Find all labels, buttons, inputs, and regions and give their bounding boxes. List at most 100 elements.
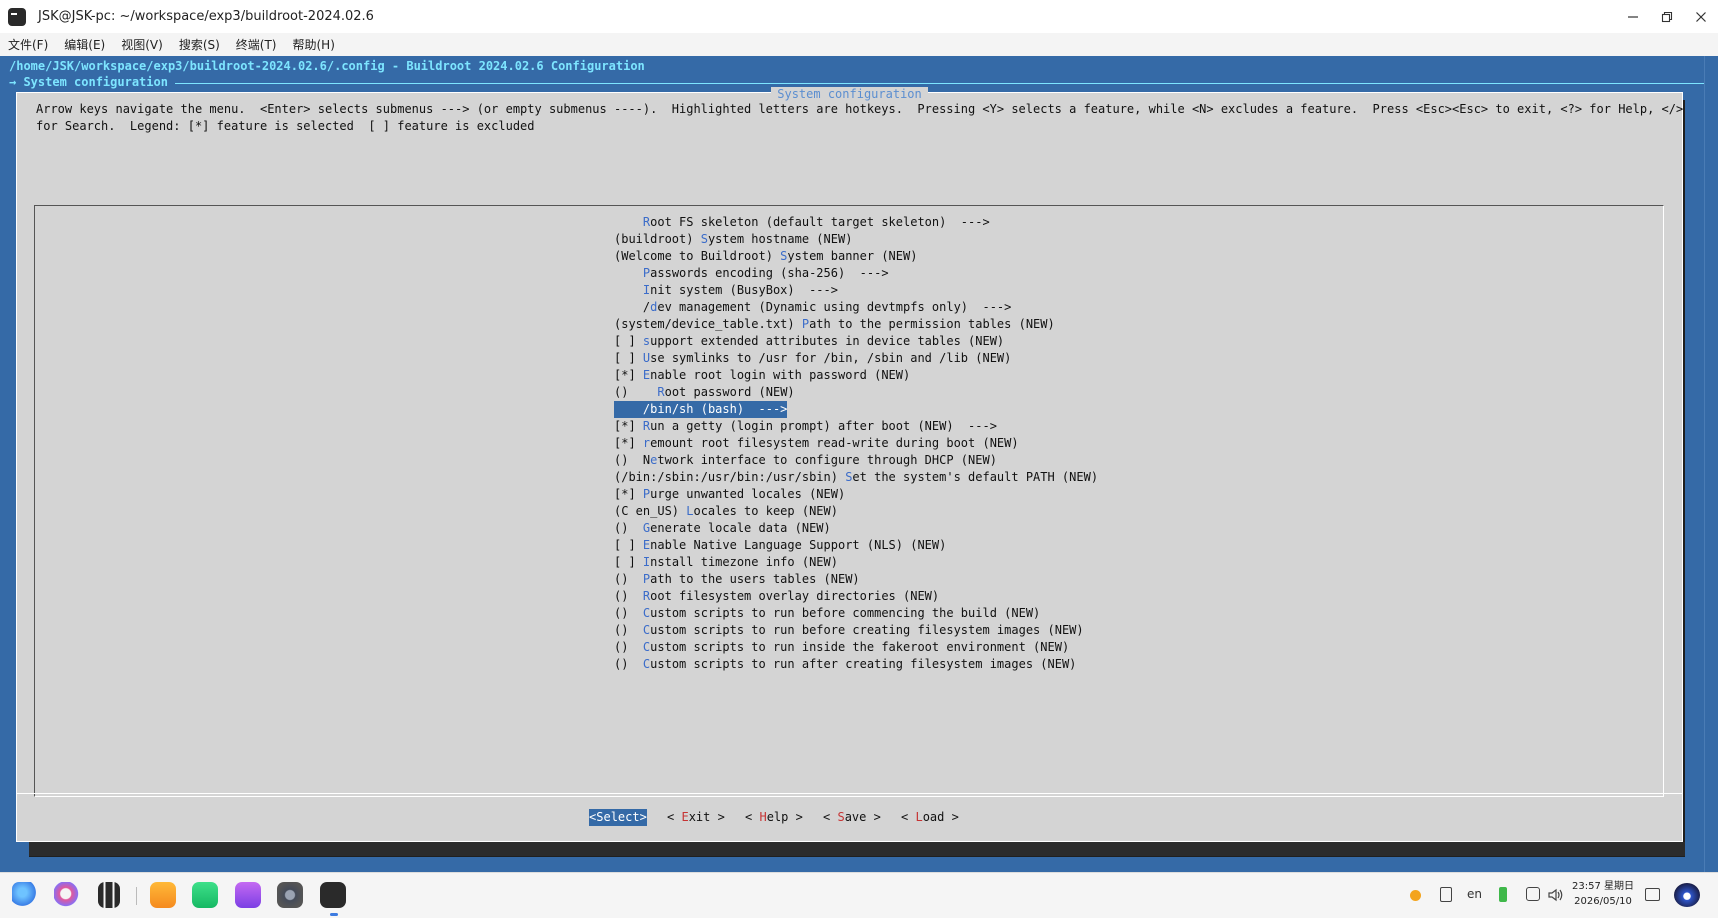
menu-entries: Root FS skeleton (default target skeleto…	[35, 206, 1663, 796]
window-controls	[1616, 0, 1718, 33]
launcher-icon[interactable]	[12, 882, 38, 908]
notification-dot-icon[interactable]	[1410, 890, 1421, 901]
downloader-icon[interactable]	[150, 882, 176, 908]
terminal-area[interactable]: /home/JSK/workspace/exp3/buildroot-2024.…	[0, 56, 1718, 872]
clock[interactable]: 23:57 星期日 2026/05/10	[1568, 879, 1638, 909]
entry-label: ustom scripts to run after creating file…	[650, 657, 1077, 671]
menu-entry[interactable]: (system/device_table.txt) Path to the pe…	[614, 316, 1055, 333]
menu-entry[interactable]: [*] Run a getty (login prompt) after boo…	[614, 418, 997, 435]
menu-help[interactable]: 帮助(H)	[293, 34, 335, 55]
active-app-indicator	[330, 913, 338, 916]
clock-time: 23:57 星期日	[1572, 881, 1634, 892]
menu-entry[interactable]: Init system (BusyBox) --->	[614, 282, 838, 299]
menu-entry[interactable]: () Custom scripts to run after creating …	[614, 656, 1076, 673]
menu-entry[interactable]: [*] Purge unwanted locales (NEW)	[614, 486, 845, 503]
menu-entry[interactable]: () Root password (NEW)	[614, 384, 795, 401]
notification-center-icon[interactable]	[1645, 888, 1660, 901]
button-hotkey: H	[759, 810, 767, 824]
multitask-icon[interactable]	[98, 882, 120, 908]
entry-label: oot password (NEW)	[664, 385, 795, 399]
menu-entry[interactable]: (Welcome to Buildroot) System banner (NE…	[614, 248, 917, 265]
close-icon[interactable]	[1684, 0, 1718, 33]
entry-prefix: ()	[614, 589, 643, 603]
entry-prefix: (buildroot)	[614, 232, 701, 246]
entry-label: un a getty (login prompt) after boot (NE…	[650, 419, 997, 433]
menu-entry[interactable]: [*] Enable root login with password (NEW…	[614, 367, 910, 384]
volume-icon[interactable]	[1548, 888, 1564, 905]
menu-entry[interactable]: [ ] support extended attributes in devic…	[614, 333, 1004, 350]
menu-entry[interactable]: [ ] Install timezone info (NEW)	[614, 554, 838, 571]
entry-prefix: ()	[614, 385, 658, 399]
entry-label: ev management (Dynamic using devtmpfs on…	[657, 300, 1012, 314]
restore-icon[interactable]	[1650, 0, 1684, 33]
entry-prefix: [ ]	[614, 555, 643, 569]
menu-entry[interactable]: [*] remount root filesystem read-write d…	[614, 435, 1019, 452]
dialog-title: System configuration	[771, 87, 928, 101]
search-app-icon[interactable]	[54, 882, 80, 908]
camera-app-icon[interactable]	[235, 882, 261, 908]
menu-entry[interactable]: Root FS skeleton (default target skeleto…	[614, 214, 990, 231]
menu-entry[interactable]: /dev management (Dynamic using devtmpfs …	[614, 299, 1011, 316]
entry-prefix: [ ]	[614, 334, 643, 348]
chat-app-icon[interactable]	[192, 882, 218, 908]
menu-terminal[interactable]: 终端(T)	[236, 34, 277, 55]
menu-entry[interactable]: () Generate locale data (NEW)	[614, 520, 831, 537]
entry-prefix: (C en_US)	[614, 504, 687, 518]
entry-hotkey: S	[700, 232, 708, 246]
input-language[interactable]: en	[1467, 887, 1482, 901]
menu-entry[interactable]: /bin/sh (bash) --->	[614, 401, 788, 418]
entry-label: nable root login with password (NEW)	[650, 368, 911, 382]
entry-prefix: ()	[614, 606, 643, 620]
button-hotkey: L	[915, 810, 923, 824]
load-button[interactable]: < Load >	[901, 809, 959, 826]
menu-entry[interactable]: () Path to the users tables (NEW)	[614, 571, 860, 588]
window-title: JSK@JSK-pc: ~/workspace/exp3/buildroot-2…	[38, 9, 374, 24]
terminal-app-icon[interactable]	[320, 882, 346, 908]
button-text: xit >	[688, 810, 725, 824]
exit-button[interactable]: < Exit >	[667, 809, 725, 826]
save-button[interactable]: < Save >	[823, 809, 881, 826]
taskbar-separator	[136, 887, 137, 905]
terminal-app-icon	[8, 7, 26, 26]
menu-view[interactable]: 视图(V)	[121, 34, 163, 55]
menu-entry[interactable]: (/bin:/sbin:/usr/bin:/usr/sbin) Set the …	[614, 469, 1098, 486]
settings-app-icon[interactable]	[277, 882, 303, 908]
entry-label: ath to the users tables (NEW)	[650, 572, 860, 586]
menu-entry[interactable]: (buildroot) System hostname (NEW)	[614, 231, 852, 248]
network-icon[interactable]	[1526, 887, 1540, 901]
taskbar: en 23:57 星期日 2026/05/10	[0, 872, 1718, 918]
menu-entry[interactable]: [ ] Use symlinks to /usr for /bin, /sbin…	[614, 350, 1011, 367]
menu-entry[interactable]: Passwords encoding (sha-256) --->	[614, 265, 889, 282]
entry-prefix	[614, 283, 643, 297]
menu-entry[interactable]: () Custom scripts to run before commenci…	[614, 605, 1040, 622]
menu-file[interactable]: 文件(F)	[8, 34, 48, 55]
assistant-icon[interactable]	[1674, 883, 1700, 907]
entry-prefix: [ ]	[614, 351, 643, 365]
help-button[interactable]: < Help >	[745, 809, 803, 826]
menuconfig-dialog: System configuration Arrow keys navigate…	[16, 87, 1683, 842]
entry-label: oot filesystem overlay directories (NEW)	[650, 589, 940, 603]
button-text: <	[745, 810, 760, 824]
menu-entry[interactable]: () Custom scripts to run before creating…	[614, 622, 1084, 639]
menu-entry[interactable]: (C en_US) Locales to keep (NEW)	[614, 503, 838, 520]
terminal-scrollbar[interactable]	[1704, 56, 1718, 872]
entry-hotkey: P	[801, 317, 810, 331]
clipboard-icon[interactable]	[1440, 887, 1452, 902]
minimize-icon[interactable]	[1616, 0, 1650, 33]
menu-entry[interactable]: [ ] Enable Native Language Support (NLS)…	[614, 537, 946, 554]
entry-label: ocales to keep (NEW)	[693, 504, 838, 518]
select-button[interactable]: <Select>	[589, 809, 647, 826]
battery-icon[interactable]	[1499, 887, 1507, 902]
menu-search[interactable]: 搜索(S)	[179, 34, 220, 55]
button-hotkey: E	[681, 810, 689, 824]
entry-label: ustom scripts to run before creating fil…	[650, 623, 1084, 637]
menu-entry[interactable]: () Root filesystem overlay directories (…	[614, 588, 939, 605]
entry-hotkey: R	[657, 385, 665, 399]
menu-entry[interactable]: () Custom scripts to run inside the fake…	[614, 639, 1069, 656]
entry-prefix: (Welcome to Buildroot)	[614, 249, 781, 263]
menu-entry[interactable]: () Network interface to configure throug…	[614, 452, 997, 469]
menu-edit[interactable]: 编辑(E)	[64, 34, 105, 55]
menubar: 文件(F) 编辑(E) 视图(V) 搜索(S) 终端(T) 帮助(H)	[0, 33, 1718, 56]
entry-label: ystem hostname (NEW)	[707, 232, 853, 246]
entry-label: bin/sh (bash) --->	[650, 402, 788, 416]
